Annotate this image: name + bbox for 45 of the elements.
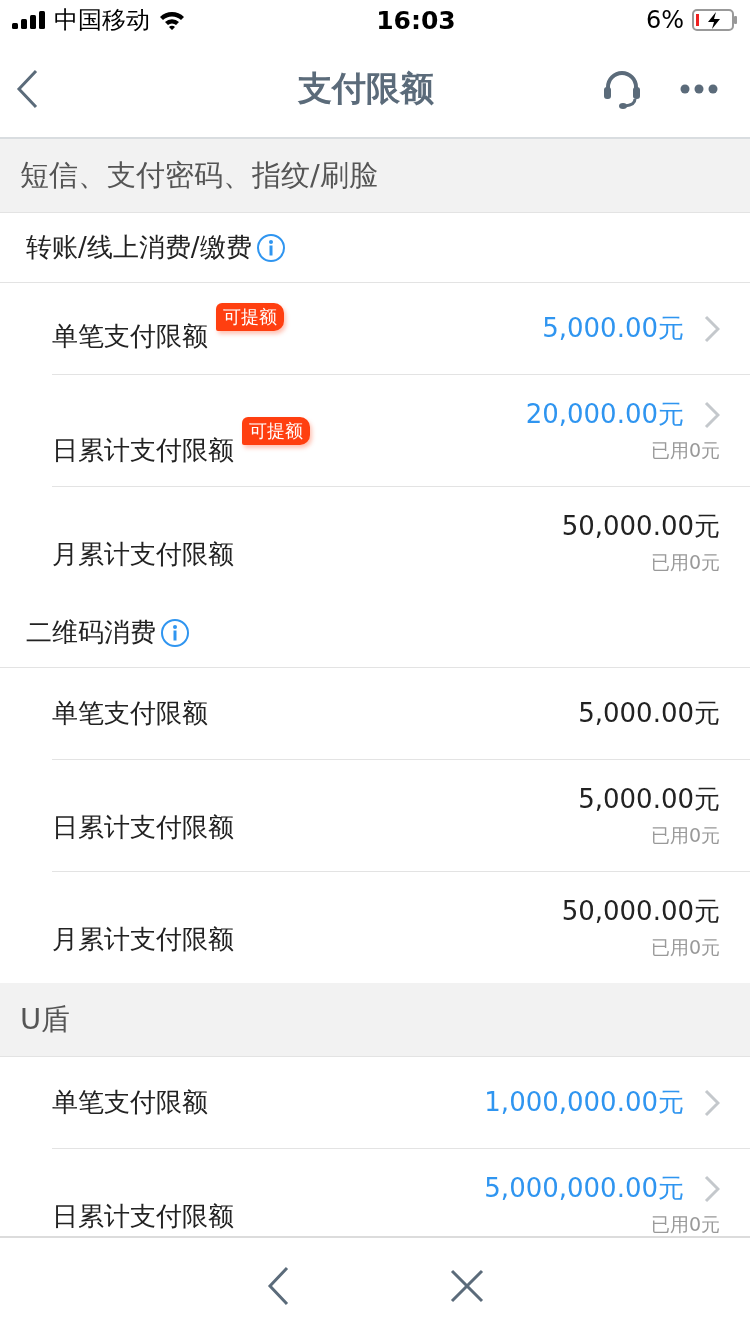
section-header: 短信、支付密码、指纹/刷脸	[0, 139, 750, 213]
raise-limit-badge[interactable]: 可提额	[216, 303, 284, 331]
back-button[interactable]	[16, 68, 40, 109]
chevron-right-icon	[704, 400, 720, 429]
limit-amount: 50,000.00元	[561, 895, 720, 928]
limit-amount: 50,000.00元	[561, 510, 720, 543]
chevron-right-icon	[704, 1088, 720, 1117]
used-amount: 已用0元	[650, 550, 720, 575]
signal-icon	[12, 11, 46, 29]
carrier-name: 中国移动	[54, 5, 150, 36]
section-header: U盾	[0, 983, 750, 1057]
info-icon[interactable]	[255, 232, 286, 263]
chevron-right-icon	[704, 314, 720, 343]
raise-limit-badge[interactable]: 可提额	[242, 417, 310, 445]
page-title: 支付限额	[298, 66, 434, 110]
limit-amount: 5,000.00元	[578, 697, 720, 730]
limit-label: 月累计支付限额	[52, 923, 234, 956]
wifi-icon	[158, 10, 186, 30]
back-button[interactable]	[266, 1266, 290, 1306]
battery-percent: 6%	[645, 6, 684, 34]
status-time: 16:03	[376, 5, 456, 35]
group-title: 二维码消费	[26, 616, 156, 649]
info-icon[interactable]	[160, 617, 190, 648]
limit-label: 日累计支付限额	[52, 434, 234, 467]
limit-label: 单笔支付限额	[52, 320, 208, 353]
chevron-right-icon	[704, 1174, 720, 1203]
close-button[interactable]	[450, 1269, 484, 1303]
group-title: 转账/线上消费/缴费	[26, 231, 252, 264]
headset-icon[interactable]	[602, 68, 642, 109]
battery-charging-icon	[692, 9, 738, 31]
more-icon[interactable]	[680, 83, 718, 94]
limit-label: 单笔支付限额	[52, 1086, 208, 1119]
used-amount: 已用0元	[650, 1212, 720, 1236]
limit-amount[interactable]: 20,000.00元	[525, 397, 684, 432]
limit-label: 日累计支付限额	[52, 811, 234, 844]
used-amount: 已用0元	[650, 438, 720, 463]
used-amount: 已用0元	[650, 935, 720, 960]
limit-amount[interactable]: 1,000,000.00元	[484, 1085, 684, 1120]
limit-label: 单笔支付限额	[52, 697, 208, 730]
limit-label: 日累计支付限额	[52, 1200, 234, 1233]
limit-label: 月累计支付限额	[52, 538, 234, 571]
limit-amount[interactable]: 5,000.00元	[542, 311, 684, 346]
used-amount: 已用0元	[650, 823, 720, 848]
limit-amount: 5,000.00元	[578, 783, 720, 816]
limit-amount[interactable]: 5,000,000.00元	[484, 1171, 684, 1206]
